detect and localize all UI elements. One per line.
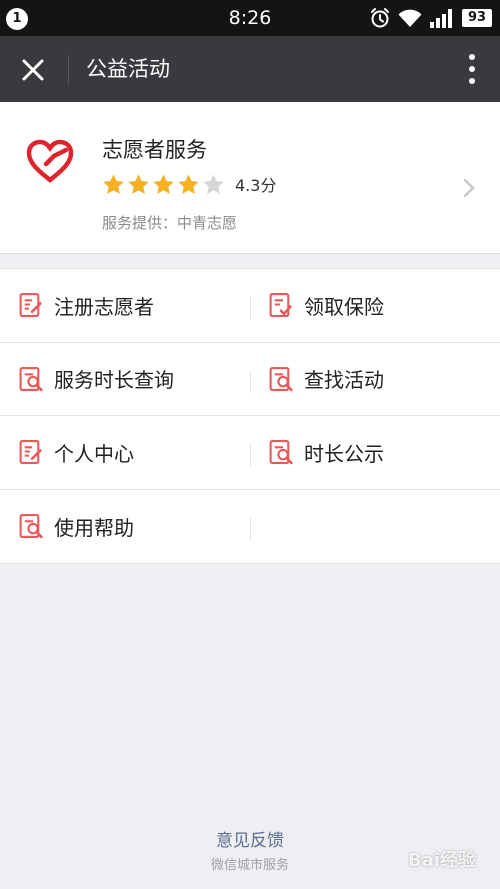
menu-row: 个人中心 时长公示 — [0, 416, 500, 490]
menu-row: 使用帮助 — [0, 490, 500, 564]
chevron-right-icon[interactable] — [462, 178, 476, 198]
star-filled-icon — [128, 173, 149, 194]
star-filled-icon — [178, 173, 199, 194]
alarm-icon — [371, 8, 389, 28]
menu-item[interactable]: 使用帮助 — [0, 490, 250, 564]
menu-item[interactable]: 注册志愿者 — [0, 269, 250, 342]
star-filled-icon — [103, 173, 124, 194]
menu-item-label: 领取保险 — [304, 294, 384, 319]
menu-item[interactable]: 个人中心 — [0, 416, 250, 489]
document-search-icon — [19, 514, 43, 539]
menu-item-label: 服务时长查询 — [54, 368, 174, 393]
service-name: 志愿者服务 — [102, 138, 207, 162]
star-empty-icon — [203, 173, 224, 194]
document-check-icon — [269, 293, 292, 318]
close-icon[interactable] — [18, 55, 48, 85]
rating: 4.3分 — [102, 172, 276, 196]
rating-stars — [102, 173, 225, 196]
star-filled-icon — [153, 173, 174, 194]
nav-divider — [68, 55, 69, 85]
document-search-icon — [269, 366, 293, 391]
signal-icon — [430, 9, 452, 28]
nav-bar: 公益活动 — [0, 36, 500, 102]
watermark-logo: Bai经验 — [407, 850, 476, 871]
menu-empty-cell — [250, 490, 500, 564]
document-search-icon — [269, 440, 293, 465]
status-icons: 93 — [369, 7, 492, 29]
document-edit-icon — [19, 440, 42, 465]
document-search-icon — [19, 366, 43, 391]
page-title: 公益活动 — [86, 57, 170, 81]
status-bar: 1 8:26 93 — [0, 0, 500, 36]
battery-indicator: 93 — [462, 9, 492, 27]
menu-item[interactable]: 查找活动 — [250, 343, 500, 416]
menu-item-label: 注册志愿者 — [54, 294, 154, 319]
menu-item[interactable]: 时长公示 — [250, 416, 500, 489]
menu-item-label: 时长公示 — [304, 441, 384, 466]
menu-row: 注册志愿者 领取保险 — [0, 269, 500, 343]
service-menu: 注册志愿者 领取保险服务时长查询 查找活动个人中心 时长公示使用帮助 — [0, 268, 500, 564]
menu-item-label: 查找活动 — [304, 368, 384, 393]
menu-row: 服务时长查询 查找活动 — [0, 343, 500, 416]
wifi-icon — [398, 9, 422, 27]
menu-item-label: 个人中心 — [54, 441, 134, 466]
menu-item-label: 使用帮助 — [54, 515, 134, 540]
menu-item[interactable]: 领取保险 — [250, 269, 500, 342]
more-vertical-icon[interactable] — [462, 52, 482, 86]
rating-score: 4.3分 — [235, 176, 277, 195]
document-edit-icon — [19, 293, 42, 318]
heart-hand-icon — [26, 139, 74, 183]
service-provider: 服务提供：中青志愿 — [102, 214, 238, 232]
menu-item[interactable]: 服务时长查询 — [0, 343, 250, 416]
